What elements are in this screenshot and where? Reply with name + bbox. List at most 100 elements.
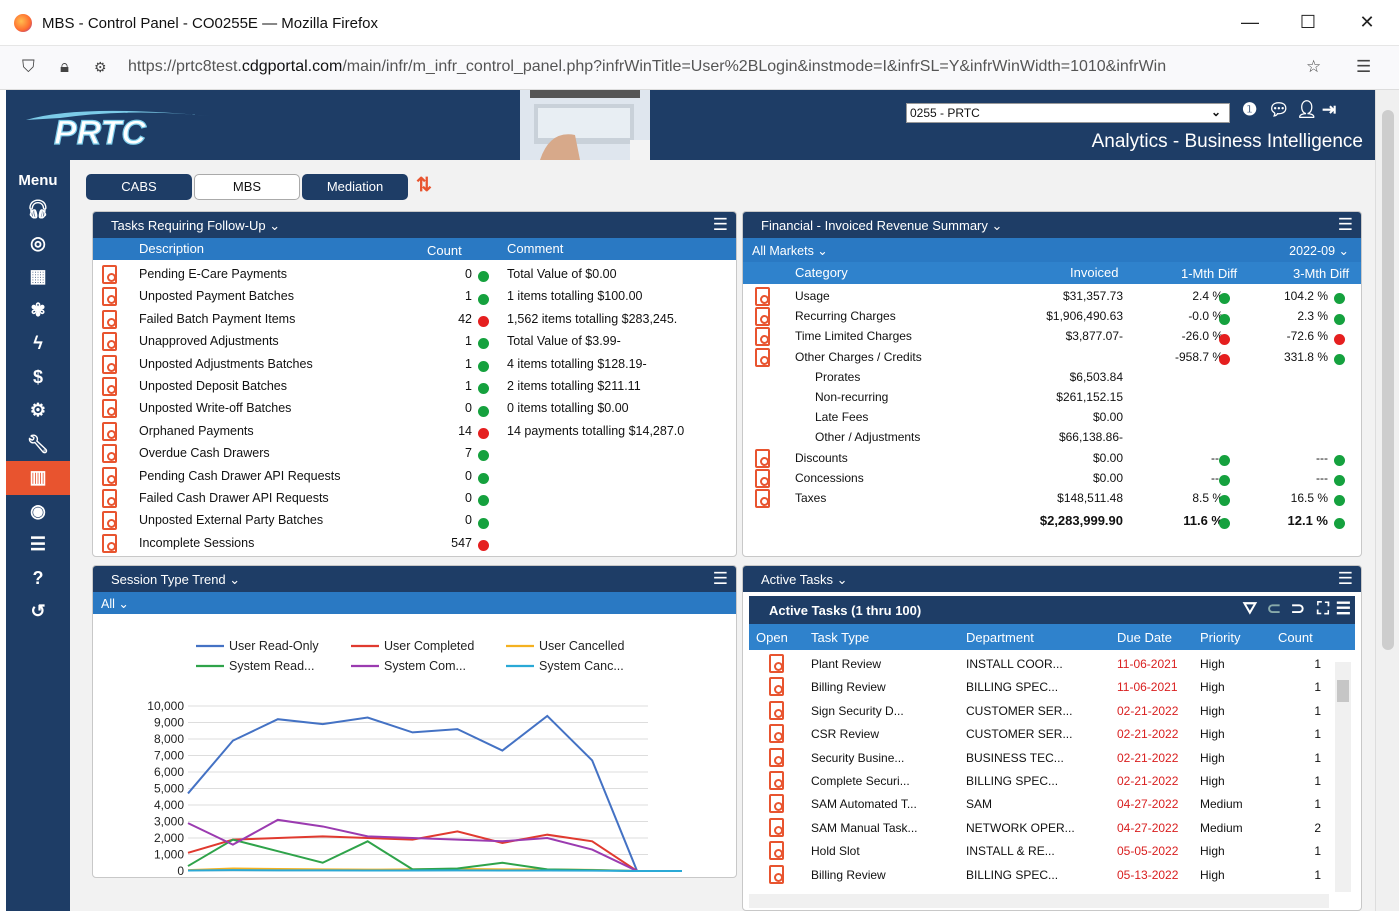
prev-page-icon[interactable]: ⊂ xyxy=(1267,599,1281,619)
task-row[interactable]: Unposted Adjustments Batches 1 4 items tot… xyxy=(93,354,736,376)
tab-mediation[interactable]: Mediation xyxy=(302,174,408,200)
task-row[interactable]: Failed Cash Drawer API Requests 0 xyxy=(93,488,736,510)
open-doc-icon[interactable] xyxy=(769,700,784,720)
list-menu-icon[interactable]: ☰ xyxy=(713,569,728,589)
table-row[interactable]: SAM Automated T... SAM 04-27-2022 Medium 1 xyxy=(749,794,1355,816)
session-panel-header[interactable]: Session Type Trend ⌄ ☰ xyxy=(93,566,736,592)
sidebar-item-database[interactable]: ☰ xyxy=(6,528,70,562)
sidebar-item-fern[interactable]: ✾ xyxy=(6,294,70,328)
url-field[interactable]: https://prtc8test.cdgportal.com/main/inf… xyxy=(128,58,1166,76)
user-icon[interactable]: 👤︎ xyxy=(1296,100,1318,120)
open-doc-icon[interactable] xyxy=(102,265,117,284)
table-row[interactable]: Sign Security D... CUSTOMER SER... 02-21-2… xyxy=(749,700,1355,723)
open-doc-icon[interactable] xyxy=(755,287,770,306)
task-row[interactable]: Unapproved Adjustments 1 Total Value of $3… xyxy=(93,331,736,353)
open-doc-icon[interactable] xyxy=(755,327,770,347)
market-select[interactable]: 0255 - PRTC ⌄ xyxy=(906,103,1230,123)
open-doc-icon[interactable] xyxy=(102,444,117,464)
list-view-icon[interactable]: ☰ xyxy=(1336,599,1351,619)
open-doc-icon[interactable] xyxy=(755,489,770,508)
open-doc-icon[interactable] xyxy=(755,347,770,367)
open-doc-icon[interactable] xyxy=(102,533,117,553)
chat-icon[interactable]: 💬︎ xyxy=(1268,100,1290,120)
expand-icon[interactable]: ⛶ xyxy=(1317,599,1329,619)
open-doc-icon[interactable] xyxy=(755,448,770,468)
table-row[interactable]: Billing Review BILLING SPEC... 11-06-2021 H… xyxy=(749,677,1355,699)
open-doc-icon[interactable] xyxy=(102,399,117,419)
hamburger-menu-icon[interactable]: ☰ xyxy=(1356,57,1371,77)
open-doc-icon[interactable] xyxy=(102,489,117,508)
financial-panel-header[interactable]: Financial - Invoiced Revenue Summary ⌄ ☰ xyxy=(743,212,1361,238)
task-row[interactable]: Unposted Deposit Batches 1 2 items totalli… xyxy=(93,376,736,398)
sidebar-item-circle[interactable]: ◉ xyxy=(6,495,70,529)
sidebar-item-wrench[interactable]: 🔧︎ xyxy=(6,428,70,462)
list-menu-icon[interactable]: ☰ xyxy=(1338,569,1353,589)
task-row[interactable]: Orphaned Payments 14 14 payments totalling… xyxy=(93,421,736,443)
sidebar-item-target[interactable]: ◎ xyxy=(6,227,70,261)
open-doc-icon[interactable] xyxy=(769,654,784,673)
open-doc-icon[interactable] xyxy=(102,287,117,307)
open-doc-icon[interactable] xyxy=(769,841,784,861)
table-row[interactable]: Billing Review BILLING SPEC... 05-13-2022 H… xyxy=(749,864,1355,884)
open-doc-icon[interactable] xyxy=(102,354,117,374)
tasks-panel-header[interactable]: Tasks Requiring Follow-Up ⌄ ☰ xyxy=(93,212,736,238)
list-menu-icon[interactable]: ☰ xyxy=(713,215,728,235)
filter-icon[interactable]: ⛛ xyxy=(1243,599,1257,619)
session-filter[interactable]: All ⌄ xyxy=(93,592,736,614)
open-doc-icon[interactable] xyxy=(769,771,784,790)
lock-icon[interactable]: 🔒︎ xyxy=(60,57,69,77)
alert-icon[interactable]: ❶ xyxy=(1242,100,1257,120)
next-page-icon[interactable]: ⊃ xyxy=(1291,599,1305,619)
table-row[interactable]: Complete Securi... BILLING SPEC... 02-21-2… xyxy=(749,771,1355,793)
open-doc-icon[interactable] xyxy=(755,307,770,327)
task-row[interactable]: Failed Batch Payment Items 42 1,562 items … xyxy=(93,309,736,331)
table-row[interactable]: SAM Manual Task... NETWORK OPER... 04-27-2… xyxy=(749,817,1355,840)
permissions-icon[interactable]: ⚙ xyxy=(94,59,107,76)
active-panel-header[interactable]: Active Tasks ⌄ ☰ xyxy=(743,566,1361,592)
open-doc-icon[interactable] xyxy=(769,724,784,744)
open-doc-icon[interactable] xyxy=(102,377,117,396)
minimize-button[interactable]: — xyxy=(1230,12,1270,33)
active-table-scrollbar[interactable] xyxy=(1335,662,1351,892)
market-filter[interactable]: All Markets ⌄ xyxy=(752,243,828,258)
table-row[interactable]: Security Busine... BUSINESS TEC... 02-21-2… xyxy=(749,747,1355,770)
open-doc-icon[interactable] xyxy=(102,332,117,352)
task-row[interactable]: Unposted Write-off Batches 0 0 items total… xyxy=(93,398,736,420)
period-filter[interactable]: 2022-09 ⌄ xyxy=(1289,243,1349,258)
page-scrollbar[interactable] xyxy=(1375,90,1399,911)
table-row[interactable]: CSR Review CUSTOMER SER... 02-21-2022 High 1 xyxy=(749,724,1355,746)
sidebar-item-headset[interactable]: 🎧︎ xyxy=(6,193,70,227)
tab-cabs[interactable]: CABS xyxy=(86,174,192,200)
open-doc-icon[interactable] xyxy=(102,309,117,329)
sidebar-item-history[interactable]: ↺ xyxy=(6,595,70,629)
open-doc-icon[interactable] xyxy=(769,817,784,837)
sidebar-item-bolt[interactable]: ϟ xyxy=(6,327,70,361)
sidebar-item-chart[interactable]: ▥ xyxy=(6,461,70,495)
open-doc-icon[interactable] xyxy=(769,794,784,814)
close-button[interactable]: ✕ xyxy=(1347,12,1387,33)
tab-mbs[interactable]: MBS xyxy=(194,174,300,200)
task-row[interactable]: Unposted Payment Batches 1 1 items totalli… xyxy=(93,286,736,308)
open-doc-icon[interactable] xyxy=(102,511,117,531)
task-row[interactable]: Overdue Cash Drawers 7 xyxy=(93,443,736,465)
open-doc-icon[interactable] xyxy=(102,421,117,441)
open-doc-icon[interactable] xyxy=(769,864,784,884)
table-row[interactable]: Hold Slot INSTALL & RE... 05-05-2022 High 1 xyxy=(749,841,1355,863)
sidebar-item-help[interactable]: ? xyxy=(6,562,70,596)
open-doc-icon[interactable] xyxy=(769,677,784,697)
shield-icon[interactable]: ⛉ xyxy=(22,57,35,77)
task-row[interactable]: Unposted External Party Batches 0 xyxy=(93,510,736,532)
sidebar-item-gear[interactable]: ⚙ xyxy=(6,394,70,428)
list-menu-icon[interactable]: ☰ xyxy=(1338,215,1353,235)
open-doc-icon[interactable] xyxy=(769,747,784,767)
logout-icon[interactable]: ⇥ xyxy=(1322,100,1336,120)
maximize-button[interactable]: ☐ xyxy=(1288,12,1328,33)
sidebar-item-dollar[interactable]: $ xyxy=(6,361,70,395)
open-doc-icon[interactable] xyxy=(755,468,770,488)
bookmark-star-icon[interactable]: ☆ xyxy=(1306,57,1321,77)
active-table-hscroll[interactable] xyxy=(749,894,1329,908)
task-row[interactable]: Pending E-Care Payments 0 Total Value of $… xyxy=(93,264,736,286)
table-row[interactable]: Plant Review INSTALL COOR... 11-06-2021 Hig… xyxy=(749,654,1355,676)
open-doc-icon[interactable] xyxy=(102,466,117,486)
task-row[interactable]: Incomplete Sessions 547 xyxy=(93,533,736,555)
